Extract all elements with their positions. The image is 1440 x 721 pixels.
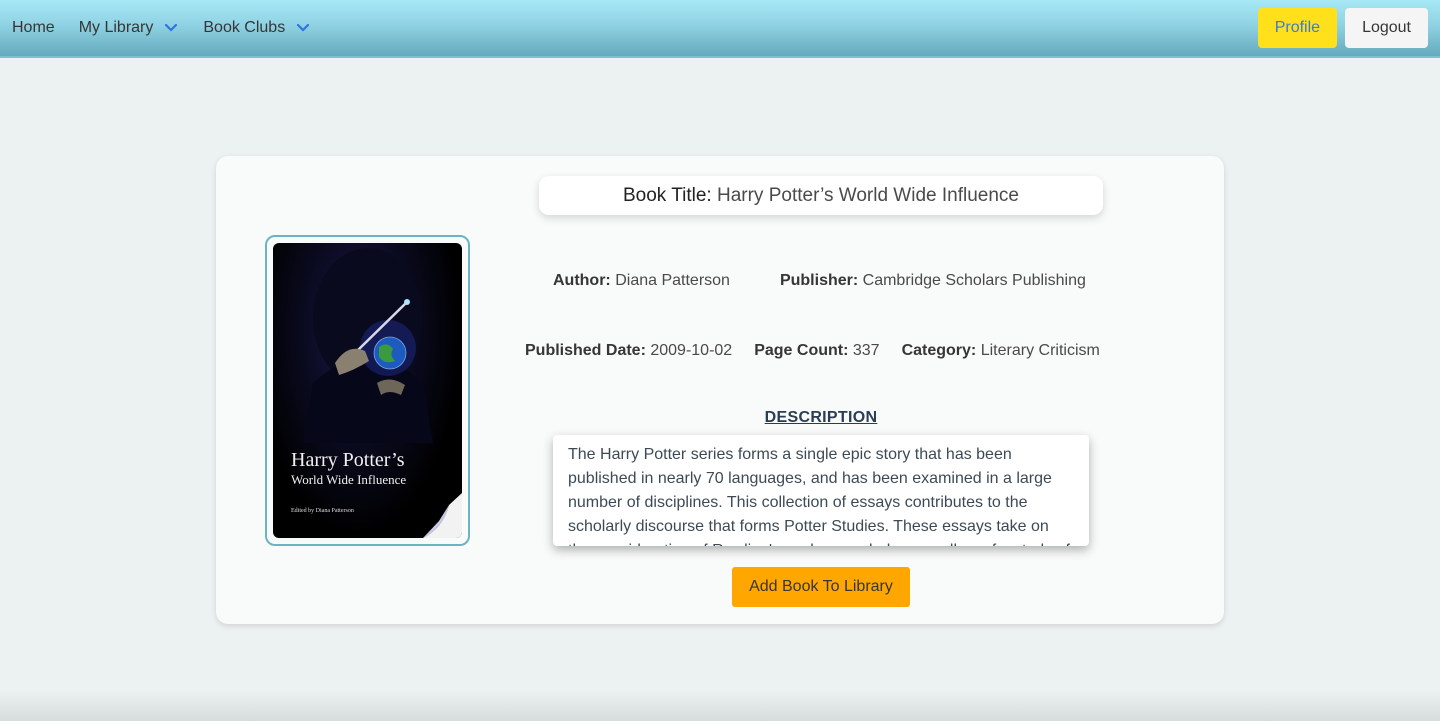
description-text: The Harry Potter series forms a single e… (568, 446, 1070, 546)
nav-home-label: Home (12, 19, 55, 36)
nav-right: Profile Logout (1257, 8, 1440, 48)
nav-left: Home My Library Book Clubs (0, 0, 323, 56)
description-box[interactable]: The Harry Potter series forms a single e… (553, 435, 1089, 546)
page-count-value: 337 (852, 342, 880, 359)
chevron-down-icon (295, 20, 311, 36)
cover-art-icon (303, 248, 462, 538)
category-field: Category: Literary Criticism (902, 342, 1100, 360)
add-book-to-library-button[interactable]: Add Book To Library (732, 567, 910, 607)
author-label: Author: (553, 272, 611, 289)
page-bottom-shadow (0, 690, 1440, 721)
cover-subtitle-text: World Wide Influence (291, 472, 407, 487)
page-count-field: Page Count: 337 (754, 342, 879, 360)
profile-button[interactable]: Profile (1257, 8, 1338, 48)
logout-button[interactable]: Logout (1345, 8, 1428, 48)
nav-my-library-dropdown[interactable]: My Library (67, 0, 192, 56)
nav-home[interactable]: Home (0, 0, 67, 56)
book-detail-card: Harry Potter’s World Wide Influence Edit… (216, 156, 1224, 624)
top-navbar: Home My Library Book Clubs Profile Logou… (0, 0, 1440, 58)
info-row-date-pages-category: Published Date: 2009-10-02 Page Count: 3… (525, 342, 1100, 360)
published-date-label: Published Date: (525, 342, 646, 359)
publisher-field: Publisher: Cambridge Scholars Publishing (780, 272, 1086, 290)
nav-book-clubs-dropdown[interactable]: Book Clubs (191, 0, 323, 56)
book-title-value: Harry Potter’s World Wide Influence (716, 184, 1019, 206)
category-label: Category: (901, 342, 977, 359)
category-value: Literary Criticism (980, 342, 1100, 359)
description-heading: DESCRIPTION (764, 409, 878, 426)
published-date-field: Published Date: 2009-10-02 (525, 342, 732, 360)
info-row-author-publisher: Author: Diana Patterson Publisher: Cambr… (553, 272, 1086, 290)
book-cover-image: Harry Potter’s World Wide Influence Edit… (273, 243, 462, 538)
nav-my-library-label: My Library (78, 19, 154, 36)
chevron-down-icon (163, 20, 179, 36)
publisher-value: Cambridge Scholars Publishing (862, 272, 1086, 289)
cover-editor-text: Edited by Diana Patterson (291, 508, 354, 514)
book-title-box: Book Title: Harry Potter’s World Wide In… (539, 176, 1103, 215)
book-cover-frame: Harry Potter’s World Wide Influence Edit… (265, 235, 470, 546)
author-value: Diana Patterson (615, 272, 730, 289)
publisher-label: Publisher: (779, 272, 859, 289)
published-date-value: 2009-10-02 (650, 342, 733, 359)
nav-book-clubs-label: Book Clubs (203, 19, 286, 36)
cover-title-text: Harry Potter’s (291, 449, 405, 471)
book-title-label: Book Title: (622, 184, 712, 206)
author-field: Author: Diana Patterson (553, 272, 730, 290)
page-count-label: Page Count: (754, 342, 849, 359)
